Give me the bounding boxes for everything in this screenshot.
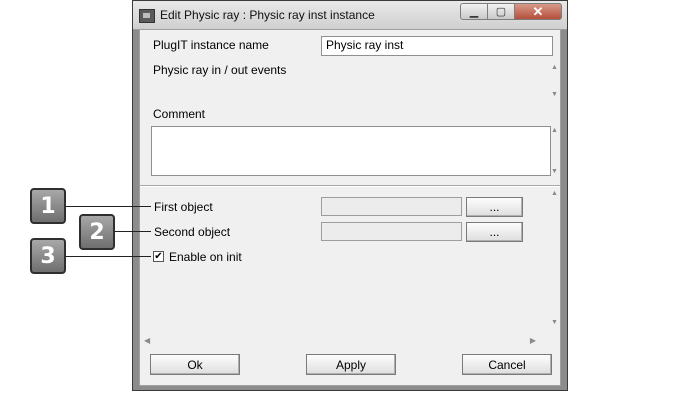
apply-button[interactable]: Apply [306,354,396,375]
events-scrollbar[interactable]: ▲ ▼ [548,64,561,98]
title-bar[interactable]: Edit Physic ray : Physic ray inst instan… [133,1,567,30]
minimize-button[interactable]: ▁ [460,3,488,20]
app-icon [139,9,155,23]
enable-on-init-label: Enable on init [169,250,242,264]
instance-name-label: PlugIT instance name [153,38,269,52]
cancel-button[interactable]: Cancel [462,354,552,375]
callout-badge-2: 2 [79,214,115,250]
ok-button[interactable]: Ok [150,354,240,375]
section-divider [140,185,560,187]
second-object-field[interactable] [321,222,462,241]
scroll-up-icon[interactable]: ▲ [551,127,558,134]
enable-on-init-checkbox[interactable]: ✔ [153,251,164,262]
second-object-browse-button[interactable]: ... [466,222,523,242]
maximize-button[interactable]: ▢ [487,3,515,20]
instance-name-input[interactable]: Physic ray inst [321,36,553,56]
edit-physic-ray-window: Edit Physic ray : Physic ray inst instan… [132,0,568,391]
dialog-client-area: PlugIT instance name Physic ray inst Phy… [139,29,561,386]
comment-label: Comment [153,107,206,121]
close-button[interactable]: ✕ [514,3,562,20]
window-title: Edit Physic ray : Physic ray inst instan… [160,8,375,22]
scroll-left-icon[interactable]: ◀ [144,336,150,345]
first-object-label: First object [154,200,213,214]
comment-textarea[interactable] [151,126,551,176]
callout-badge-3: 3 [30,238,66,274]
callout-leader-2 [115,231,151,232]
first-object-field[interactable] [321,197,462,216]
scroll-up-icon[interactable]: ▲ [551,190,558,197]
scroll-down-icon[interactable]: ▼ [551,319,558,326]
callout-leader-1 [66,206,151,207]
callout-leader-3 [66,256,151,257]
callout-badge-1: 1 [30,188,66,224]
second-object-label: Second object [154,225,231,239]
scroll-right-icon[interactable]: ▶ [530,336,536,345]
scroll-down-icon[interactable]: ▼ [551,91,558,98]
scroll-up-icon[interactable]: ▲ [551,64,558,71]
events-label: Physic ray in / out events [153,63,287,77]
parameters-hscrollbar[interactable]: ◀ ▶ [144,335,536,345]
comment-scrollbar[interactable]: ▲ ▼ [548,127,561,175]
scroll-down-icon[interactable]: ▼ [551,168,558,175]
parameters-scrollbar[interactable]: ▲ ▼ [548,190,561,326]
first-object-browse-button[interactable]: ... [466,197,523,217]
